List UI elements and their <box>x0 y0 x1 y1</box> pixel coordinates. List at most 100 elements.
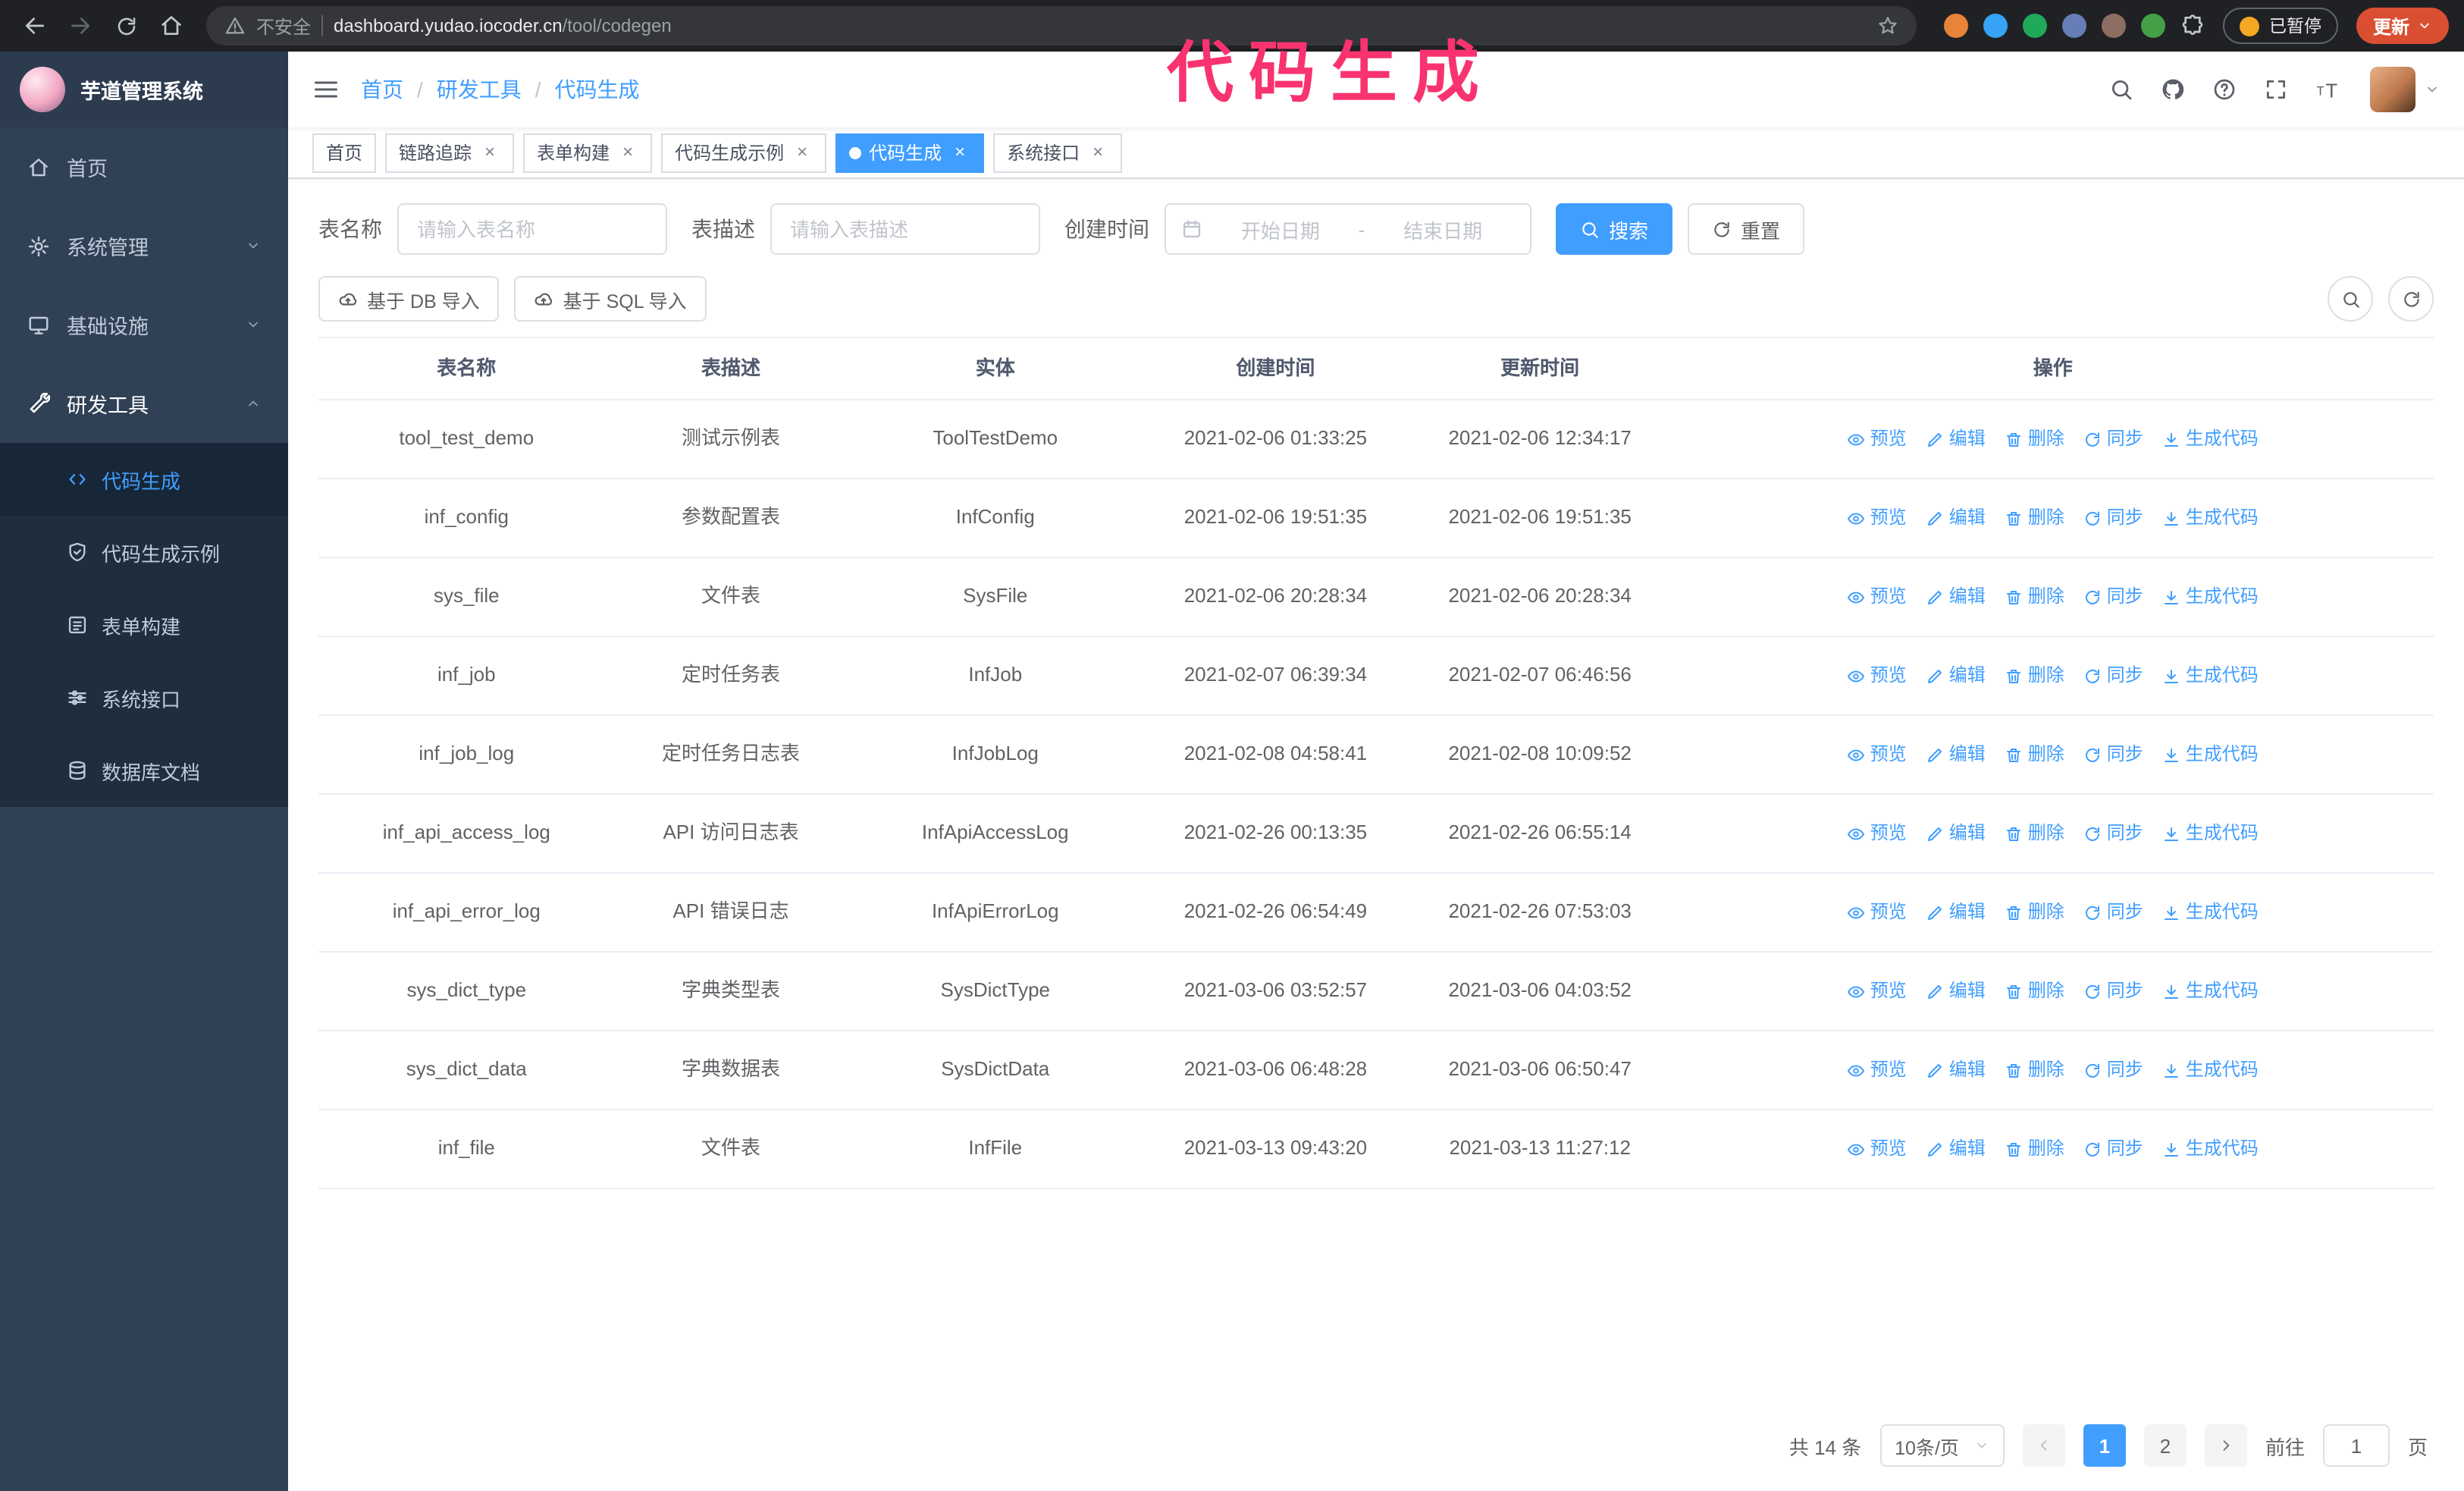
address-bar[interactable]: 不安全 dashboard.yudao.iocoder.cn/tool/code… <box>206 6 1917 46</box>
search-icon[interactable] <box>2109 77 2133 102</box>
sync-link[interactable]: 同步 <box>2084 425 2143 454</box>
page-2-button[interactable]: 2 <box>2143 1424 2187 1467</box>
extension-icon[interactable] <box>2023 14 2048 38</box>
generate-code-link[interactable]: 生成代码 <box>2163 425 2259 454</box>
sync-link[interactable]: 同步 <box>2084 504 2143 532</box>
sidebar-item-home[interactable]: 首页 <box>0 127 288 206</box>
browser-back-button[interactable] <box>15 6 55 46</box>
refresh-table-button[interactable] <box>2388 276 2434 322</box>
browser-forward-button[interactable] <box>61 6 100 46</box>
tab-home[interactable]: 首页 <box>312 133 377 172</box>
preview-link[interactable]: 预览 <box>1848 898 1907 927</box>
app-logo[interactable]: 芋道管理系统 <box>0 52 288 127</box>
extension-icon[interactable] <box>2062 14 2087 38</box>
prev-page-button[interactable] <box>2022 1424 2065 1467</box>
edit-link[interactable]: 编辑 <box>1926 425 1986 454</box>
github-icon[interactable] <box>2161 77 2185 102</box>
sync-link[interactable]: 同步 <box>2084 898 2143 927</box>
browser-home-button[interactable] <box>152 6 191 46</box>
sidebar-item-database-doc[interactable]: 数据库文档 <box>0 734 288 807</box>
extensions-puzzle-icon[interactable] <box>2181 14 2205 38</box>
delete-link[interactable]: 删除 <box>2005 819 2064 848</box>
tab-codegen[interactable]: 代码生成 × <box>835 133 985 172</box>
close-icon[interactable]: × <box>949 141 970 163</box>
edit-link[interactable]: 编辑 <box>1926 1135 1986 1163</box>
paused-badge[interactable]: 已暂停 <box>2223 8 2338 44</box>
delete-link[interactable]: 删除 <box>2005 740 2064 769</box>
edit-link[interactable]: 编辑 <box>1926 504 1986 532</box>
generate-code-link[interactable]: 生成代码 <box>2163 740 2259 769</box>
close-icon[interactable]: × <box>792 141 813 163</box>
sync-link[interactable]: 同步 <box>2084 1056 2143 1085</box>
sidebar-item-infrastructure[interactable]: 基础设施 <box>0 285 288 364</box>
generate-code-link[interactable]: 生成代码 <box>2163 1135 2259 1163</box>
sidebar-item-codegen[interactable]: 代码生成 <box>0 443 288 516</box>
delete-link[interactable]: 删除 <box>2005 425 2064 454</box>
date-range-picker[interactable]: 开始日期 - 结束日期 <box>1165 203 1531 255</box>
page-1-button[interactable]: 1 <box>2083 1424 2126 1467</box>
generate-code-link[interactable]: 生成代码 <box>2163 661 2259 690</box>
breadcrumb-home[interactable]: 首页 <box>361 74 403 105</box>
edit-link[interactable]: 编辑 <box>1926 819 1986 848</box>
page-size-select[interactable]: 10条/页 <box>1879 1424 2005 1467</box>
edit-link[interactable]: 编辑 <box>1926 898 1986 927</box>
tab-codegen-example[interactable]: 代码生成示例 × <box>661 133 827 172</box>
bookmark-star-icon[interactable] <box>1878 15 1899 36</box>
generate-code-link[interactable]: 生成代码 <box>2163 898 2259 927</box>
help-icon[interactable] <box>2212 77 2237 102</box>
delete-link[interactable]: 删除 <box>2005 504 2064 532</box>
delete-link[interactable]: 删除 <box>2005 898 2064 927</box>
next-page-button[interactable] <box>2204 1424 2247 1467</box>
sync-link[interactable]: 同步 <box>2084 740 2143 769</box>
preview-link[interactable]: 预览 <box>1848 740 1907 769</box>
delete-link[interactable]: 删除 <box>2005 1135 2064 1163</box>
goto-page-input[interactable] <box>2322 1424 2390 1467</box>
reset-button[interactable]: 重置 <box>1688 203 1805 255</box>
delete-link[interactable]: 删除 <box>2005 977 2064 1006</box>
sync-link[interactable]: 同步 <box>2084 582 2143 611</box>
preview-link[interactable]: 预览 <box>1848 425 1907 454</box>
close-icon[interactable]: × <box>617 141 638 163</box>
table-desc-input[interactable] <box>770 203 1040 255</box>
fullscreen-icon[interactable] <box>2264 77 2288 102</box>
user-menu[interactable] <box>2370 67 2440 112</box>
preview-link[interactable]: 预览 <box>1848 504 1907 532</box>
preview-link[interactable]: 预览 <box>1848 1056 1907 1085</box>
preview-link[interactable]: 预览 <box>1848 977 1907 1006</box>
edit-link[interactable]: 编辑 <box>1926 661 1986 690</box>
edit-link[interactable]: 编辑 <box>1926 740 1986 769</box>
sidebar-item-dev-tools[interactable]: 研发工具 <box>0 364 288 443</box>
sidebar-item-system-api[interactable]: 系统接口 <box>0 661 288 734</box>
delete-link[interactable]: 删除 <box>2005 661 2064 690</box>
generate-code-link[interactable]: 生成代码 <box>2163 819 2259 848</box>
update-button[interactable]: 更新 <box>2356 8 2449 44</box>
sidebar-collapse-button[interactable] <box>312 76 340 103</box>
generate-code-link[interactable]: 生成代码 <box>2163 977 2259 1006</box>
preview-link[interactable]: 预览 <box>1848 1135 1907 1163</box>
sync-link[interactable]: 同步 <box>2084 1135 2143 1163</box>
import-sql-button[interactable]: 基于 SQL 导入 <box>514 276 707 322</box>
tab-system-api[interactable]: 系统接口 × <box>993 133 1123 172</box>
sidebar-item-system-management[interactable]: 系统管理 <box>0 206 288 285</box>
close-icon[interactable]: × <box>479 141 500 163</box>
generate-code-link[interactable]: 生成代码 <box>2163 504 2259 532</box>
sidebar-item-codegen-example[interactable]: 代码生成示例 <box>0 516 288 589</box>
edit-link[interactable]: 编辑 <box>1926 582 1986 611</box>
extension-icon[interactable] <box>2141 14 2166 38</box>
preview-link[interactable]: 预览 <box>1848 819 1907 848</box>
tab-form-builder[interactable]: 表单构建 × <box>523 133 653 172</box>
close-icon[interactable]: × <box>1087 141 1108 163</box>
edit-link[interactable]: 编辑 <box>1926 1056 1986 1085</box>
extension-icon[interactable] <box>2102 14 2127 38</box>
breadcrumb-dev-tools[interactable]: 研发工具 <box>437 74 522 105</box>
sync-link[interactable]: 同步 <box>2084 819 2143 848</box>
import-db-button[interactable]: 基于 DB 导入 <box>318 276 500 322</box>
edit-link[interactable]: 编辑 <box>1926 977 1986 1006</box>
extension-icon[interactable] <box>1944 14 1969 38</box>
generate-code-link[interactable]: 生成代码 <box>2163 582 2259 611</box>
extension-icon[interactable] <box>1983 14 2008 38</box>
table-name-input[interactable] <box>397 203 667 255</box>
generate-code-link[interactable]: 生成代码 <box>2163 1056 2259 1085</box>
toggle-search-button[interactable] <box>2328 276 2373 322</box>
delete-link[interactable]: 删除 <box>2005 582 2064 611</box>
